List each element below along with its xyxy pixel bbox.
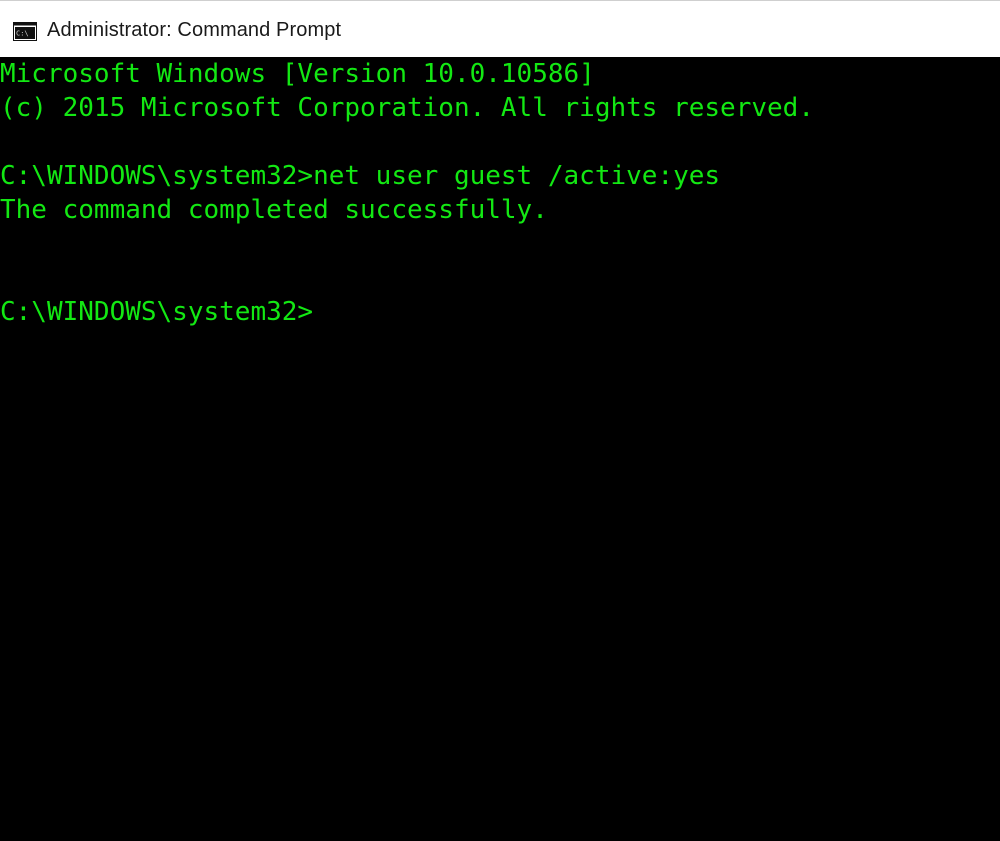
cmd-icon: C:\ — [13, 22, 37, 41]
console-line-copyright: (c) 2015 Microsoft Corporation. All righ… — [0, 93, 814, 123]
console-prompt[interactable]: C:\WINDOWS\system32> — [0, 295, 313, 329]
svg-text:C:\: C:\ — [16, 30, 29, 38]
console-line-command: C:\WINDOWS\system32>net user guest /acti… — [0, 161, 721, 191]
title-bar[interactable]: C:\ Administrator: Command Prompt — [0, 1, 1000, 57]
console-line-result: The command completed successfully. — [0, 195, 548, 225]
console-line-version: Microsoft Windows [Version 10.0.10586] — [0, 59, 595, 89]
console-output[interactable]: Microsoft Windows [Version 10.0.10586] (… — [0, 57, 1000, 841]
command-prompt-window[interactable]: C:\ Administrator: Command Prompt Micros… — [0, 0, 1000, 841]
window-title: Administrator: Command Prompt — [47, 19, 342, 41]
